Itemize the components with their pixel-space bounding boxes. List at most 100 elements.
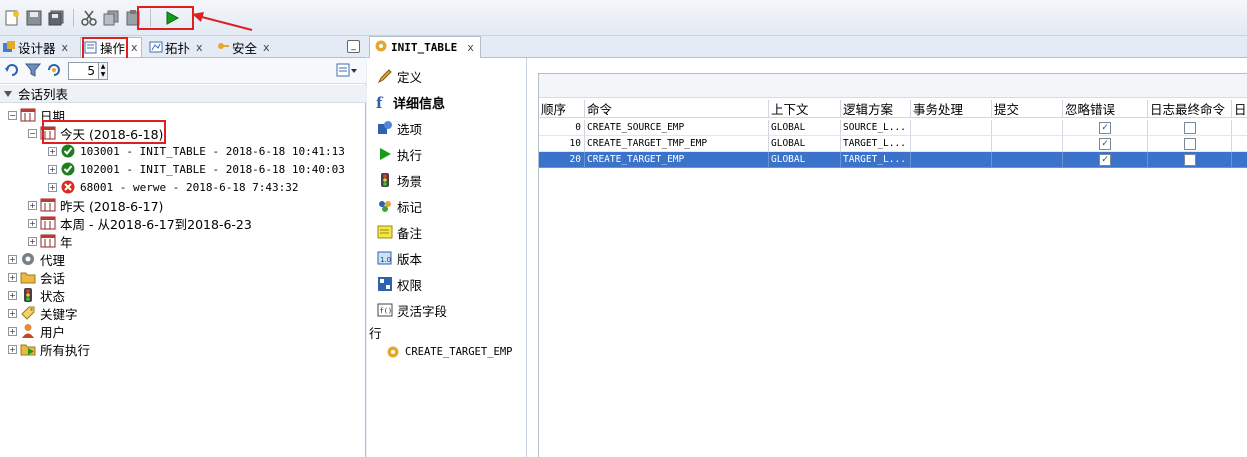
view-menu-icon[interactable] [336, 62, 358, 81]
expand-icon[interactable]: + [8, 326, 17, 336]
traffic-light-icon [377, 172, 393, 188]
tree-node-this-week[interactable]: + 本周 - 从2018-6-17到2018-6-23 [28, 214, 252, 232]
refresh-icon[interactable] [4, 62, 20, 81]
nav-item-scenario[interactable]: 场景 [377, 170, 422, 190]
ignore-errors-checkbox[interactable]: ✓ [1099, 138, 1111, 150]
stepper-arrows-icon[interactable]: ▲ ▼ [98, 63, 107, 79]
expand-icon[interactable]: + [8, 344, 17, 354]
col-header-ignore-errors[interactable]: 忽略错误 [1063, 100, 1148, 118]
nav-item-markers[interactable]: 标记 [377, 196, 422, 216]
log-final-checkbox[interactable] [1183, 154, 1196, 166]
log-final-checkbox[interactable] [1183, 138, 1196, 150]
nav-item-version[interactable]: 1.0 版本 [377, 248, 422, 268]
tree-node-year-label: 年 [60, 234, 73, 250]
cell-schema: TARGET_L... [841, 152, 911, 168]
tab-security[interactable]: 安全 x [216, 37, 270, 57]
cell-transaction [911, 136, 992, 152]
ignore-errors-checkbox[interactable]: ✓ [1099, 122, 1111, 134]
run-icon [377, 146, 393, 162]
tab-designer[interactable]: 设计器 x [2, 37, 68, 57]
expand-icon[interactable]: + [48, 146, 57, 156]
tab-topology-label: 拓扑 [165, 40, 191, 56]
col-header-command[interactable]: 命令 [585, 100, 769, 118]
col-header-seq[interactable]: 顺序 [539, 100, 585, 118]
tab-init-table-close-icon[interactable]: x [467, 41, 474, 54]
col-header-log[interactable]: 日志 [1232, 100, 1247, 118]
collapse-icon[interactable]: − [8, 110, 17, 120]
detail-nav: 定义 f 详细信息 选项 执行 场景 标记 备注 1.0 版本 权限 f() 灵… [367, 58, 527, 457]
log-final-checkbox[interactable] [1183, 122, 1196, 134]
save-icon[interactable] [24, 8, 44, 28]
refresh-count-value[interactable]: 5 [69, 63, 98, 79]
expand-icon[interactable]: + [28, 236, 37, 246]
tree-node-keyword[interactable]: + 关键字 [8, 304, 78, 322]
nav-item-scenario-label: 场景 [397, 173, 423, 189]
ignore-errors-checkbox[interactable]: ✓ [1099, 154, 1111, 166]
nav-item-flexfields[interactable]: f() 灵活字段 [377, 300, 447, 320]
col-header-schema-label: 逻辑方案 [843, 102, 894, 117]
table-row[interactable]: 10 CREATE_TARGET_TMP_EMP GLOBAL TARGET_L… [539, 136, 1247, 152]
minimize-icon[interactable]: _ [347, 40, 360, 53]
expand-icon[interactable]: + [8, 308, 17, 318]
col-header-commit[interactable]: 提交 [992, 100, 1063, 118]
expand-icon[interactable]: + [28, 200, 37, 210]
tree-node-agent-label: 代理 [40, 252, 66, 268]
expand-icon[interactable]: + [48, 164, 57, 174]
expand-icon[interactable]: + [28, 218, 37, 228]
collapse-triangle-icon[interactable] [4, 90, 12, 97]
expand-icon[interactable]: + [8, 254, 17, 264]
expand-icon[interactable]: + [8, 290, 17, 300]
session-item-label: 102001 - INIT_TABLE - 2018-6-18 10:40:03 [80, 162, 345, 176]
expand-icon[interactable]: + [48, 182, 57, 192]
nav-item-details-label: 详细信息 [393, 96, 446, 112]
nav-item-options[interactable]: 选项 [377, 118, 422, 138]
refresh-count-stepper[interactable]: 5 ▲ ▼ [68, 62, 108, 80]
tree-node-session[interactable]: + 会话 [8, 268, 65, 286]
calendar-icon [20, 107, 36, 123]
collapse-icon[interactable]: − [28, 128, 37, 138]
expand-icon[interactable]: + [8, 272, 17, 282]
nav-item-notes[interactable]: 备注 [377, 222, 422, 242]
session-item-label: 68001 - werwe - 2018-6-18 7:43:32 [80, 180, 299, 194]
nav-item-details[interactable]: f 详细信息 [373, 92, 445, 112]
new-icon[interactable] [2, 8, 22, 28]
security-icon [216, 40, 230, 54]
tree-node-all-executions[interactable]: + 所有执行 [8, 340, 90, 358]
nav-item-execution[interactable]: 执行 [377, 144, 422, 164]
tab-security-close-icon[interactable]: x [263, 41, 270, 54]
tree-node-year[interactable]: + 年 [28, 232, 73, 250]
col-header-transaction[interactable]: 事务处理 [911, 100, 992, 118]
tree-node-status[interactable]: + 状态 [8, 286, 65, 304]
cell-ignore-errors: ✓ [1063, 120, 1148, 136]
filter-refresh-icon[interactable] [46, 62, 62, 81]
tab-topology-close-icon[interactable]: x [196, 41, 203, 54]
session-item[interactable]: + 68001 - werwe - 2018-6-18 7:43:32 [48, 178, 299, 196]
col-header-log-label: 日志 [1234, 102, 1247, 117]
tree-node-agent[interactable]: + 代理 [8, 250, 65, 268]
nav-item-privileges[interactable]: 权限 [377, 274, 422, 294]
session-list-header[interactable]: 会话列表 [0, 85, 366, 103]
session-item[interactable]: + 103001 - INIT_TABLE - 2018-6-18 10:41:… [48, 142, 345, 160]
cut-icon[interactable] [79, 8, 99, 28]
nav-item-definition[interactable]: 定义 [377, 66, 422, 86]
cell-transaction [911, 120, 992, 136]
tab-designer-close-icon[interactable]: x [62, 41, 69, 54]
tree-node-yesterday[interactable]: + 昨天 (2018-6-17) [28, 196, 163, 214]
session-item[interactable]: + 102001 - INIT_TABLE - 2018-6-18 10:40:… [48, 160, 345, 178]
table-row-selected[interactable]: 20 CREATE_TARGET_EMP GLOBAL TARGET_L... … [539, 152, 1247, 168]
nav-row-item[interactable]: CREATE_TARGET_EMP [385, 342, 512, 362]
tab-init-table[interactable]: INIT_TABLE x [369, 36, 481, 58]
tab-security-label: 安全 [232, 40, 258, 56]
copy-icon[interactable] [101, 8, 121, 28]
grid-toolbar [539, 74, 1247, 98]
tab-topology[interactable]: 拓扑 x [149, 37, 203, 57]
filter-icon[interactable] [24, 62, 42, 81]
cell-log-final [1148, 152, 1232, 168]
col-header-context[interactable]: 上下文 [769, 100, 841, 118]
tab-operator-close-icon[interactable]: x [131, 41, 138, 54]
col-header-schema[interactable]: 逻辑方案 [841, 100, 911, 118]
table-row[interactable]: 0 CREATE_SOURCE_EMP GLOBAL SOURCE_L... ✓ [539, 120, 1247, 136]
col-header-log-final[interactable]: 日志最终命令 [1148, 100, 1232, 118]
save-all-icon[interactable] [46, 8, 66, 28]
tree-node-user[interactable]: + 用户 [8, 322, 65, 340]
